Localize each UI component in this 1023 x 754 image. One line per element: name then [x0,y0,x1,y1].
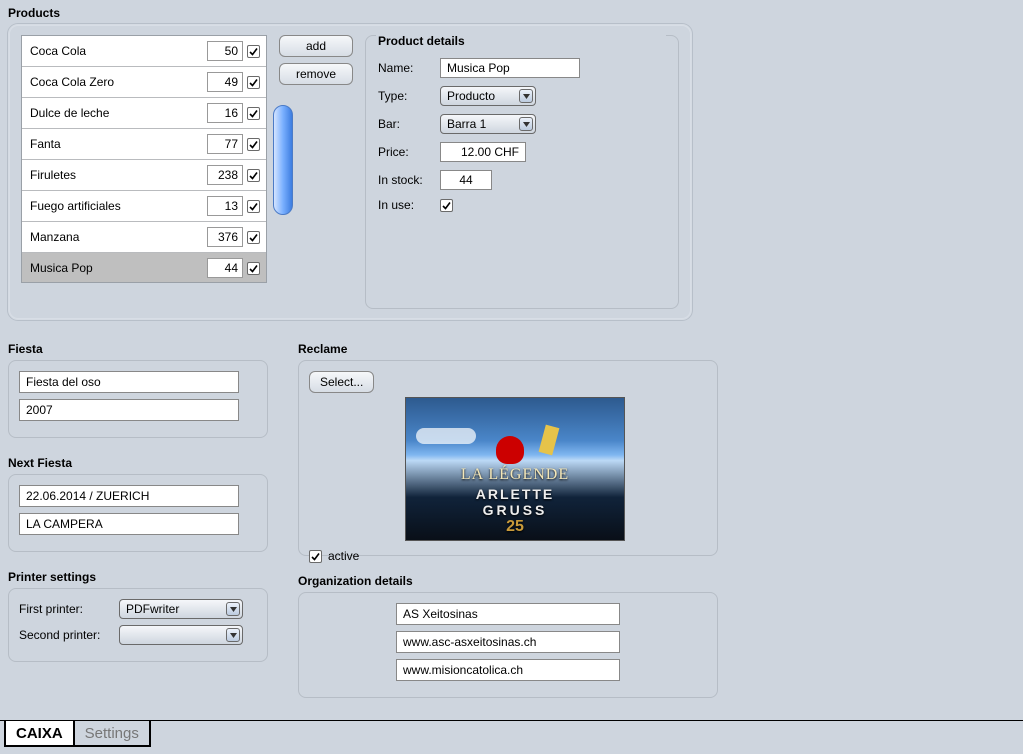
product-checkbox[interactable] [247,107,260,120]
product-row[interactable]: Fuego artificiales13 [22,191,266,222]
product-row[interactable]: Coca Cola Zero49 [22,67,266,98]
chevron-down-icon [519,117,533,131]
product-checkbox[interactable] [247,45,260,58]
fiesta-field-2[interactable] [19,399,239,421]
product-qty[interactable]: 238 [207,165,243,185]
reclame-active-checkbox[interactable] [309,550,322,563]
reclame-image-text: GRUSS [406,502,624,518]
product-qty[interactable]: 13 [207,196,243,216]
scrollbar-thumb[interactable] [273,105,293,215]
decoration [539,425,560,456]
detail-stock-field[interactable] [440,170,492,190]
detail-stock-label: In stock: [378,173,434,187]
next-fiesta-panel [8,474,268,552]
chevron-down-icon [226,628,240,642]
detail-type-value: Producto [447,89,495,103]
reclame-select-button[interactable]: Select... [309,371,374,393]
product-list: Coca Cola50Coca Cola Zero49Dulce de lech… [21,35,267,283]
product-name: Dulce de leche [30,106,207,120]
product-qty[interactable]: 16 [207,103,243,123]
product-qty[interactable]: 44 [207,258,243,278]
detail-type-label: Type: [378,89,434,103]
product-row[interactable]: Musica Pop44 [22,253,266,283]
product-name: Manzana [30,230,207,244]
products-title: Products [0,6,1023,20]
second-printer-select[interactable] [119,625,243,645]
first-printer-value: PDFwriter [126,602,179,616]
printer-title: Printer settings [8,570,268,584]
product-row[interactable]: Firuletes238 [22,160,266,191]
product-name: Coca Cola [30,44,207,58]
decoration [496,436,524,464]
chevron-down-icon [226,602,240,616]
detail-inuse-checkbox[interactable] [440,199,453,212]
product-name: Fanta [30,137,207,151]
fiesta-panel [8,360,268,438]
product-details-panel: Product details Name: Type: Producto Bar… [365,35,679,309]
product-name: Firuletes [30,168,207,182]
remove-button[interactable]: remove [279,63,353,85]
product-name: Musica Pop [30,261,207,275]
reclame-panel: Select... LA LÉGENDE ARLETTE GRUSS 25 ac… [298,360,718,556]
tab-caixa[interactable]: CAIXA [4,721,75,747]
org-field-3[interactable] [396,659,620,681]
add-button[interactable]: add [279,35,353,57]
product-checkbox[interactable] [247,200,260,213]
product-name: Fuego artificiales [30,199,207,213]
reclame-image-text: 25 [406,518,624,536]
product-row[interactable]: Manzana376 [22,222,266,253]
org-panel [298,592,718,698]
next-fiesta-field-2[interactable] [19,513,239,535]
next-fiesta-field-1[interactable] [19,485,239,507]
reclame-title: Reclame [298,342,718,356]
product-checkbox[interactable] [247,138,260,151]
product-qty[interactable]: 49 [207,72,243,92]
detail-name-field[interactable] [440,58,580,78]
chevron-down-icon [519,89,533,103]
product-checkbox[interactable] [247,262,260,275]
product-checkbox[interactable] [247,76,260,89]
product-checkbox[interactable] [247,169,260,182]
fiesta-field-1[interactable] [19,371,239,393]
second-printer-label: Second printer: [19,628,111,642]
product-name: Coca Cola Zero [30,75,207,89]
product-qty[interactable]: 77 [207,134,243,154]
detail-bar-label: Bar: [378,117,434,131]
tab-settings[interactable]: Settings [73,721,151,747]
detail-price-field[interactable] [440,142,526,162]
next-fiesta-title: Next Fiesta [8,456,268,470]
decoration [416,428,476,444]
first-printer-select[interactable]: PDFwriter [119,599,243,619]
org-field-2[interactable] [396,631,620,653]
reclame-image: LA LÉGENDE ARLETTE GRUSS 25 [405,397,625,541]
detail-inuse-label: In use: [378,198,434,212]
products-panel: Coca Cola50Coca Cola Zero49Dulce de lech… [8,24,692,320]
product-qty[interactable]: 376 [207,227,243,247]
first-printer-label: First printer: [19,602,111,616]
org-title: Organization details [298,574,718,588]
fiesta-title: Fiesta [8,342,268,356]
detail-type-select[interactable]: Producto [440,86,536,106]
reclame-image-text: ARLETTE [406,486,624,502]
tab-bar: CAIXA Settings [0,720,1023,754]
reclame-image-text: LA LÉGENDE [406,466,624,484]
printer-panel: First printer: PDFwriter Second printer: [8,588,268,662]
product-row[interactable]: Fanta77 [22,129,266,160]
product-checkbox[interactable] [247,231,260,244]
product-row[interactable]: Dulce de leche16 [22,98,266,129]
reclame-active-label: active [328,549,359,563]
detail-bar-select[interactable]: Barra 1 [440,114,536,134]
org-field-1[interactable] [396,603,620,625]
detail-price-label: Price: [378,145,434,159]
product-details-title: Product details [376,34,666,48]
detail-bar-value: Barra 1 [447,117,486,131]
detail-name-label: Name: [378,61,434,75]
product-qty[interactable]: 50 [207,41,243,61]
product-row[interactable]: Coca Cola50 [22,36,266,67]
